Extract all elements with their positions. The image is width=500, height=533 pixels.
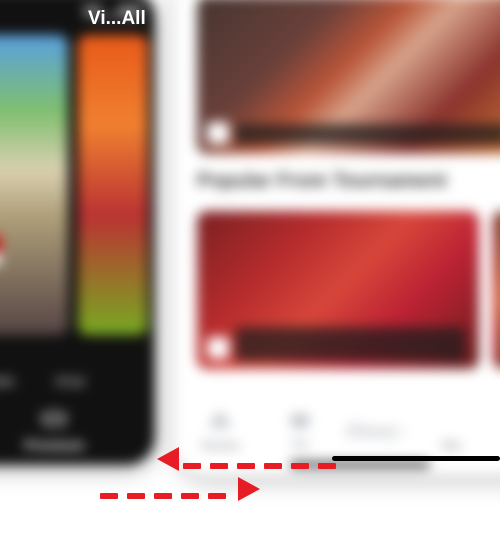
nav-label: TV	[291, 437, 309, 453]
nav-label: Mo	[442, 437, 462, 453]
video-title-strip	[235, 124, 500, 144]
nav-label: Premium	[24, 437, 84, 453]
video-thumb[interactable]	[197, 211, 479, 369]
left-bottom-nav: orts Premium	[0, 395, 155, 465]
video-thumb[interactable]	[493, 211, 500, 369]
arrow-right-icon	[238, 477, 260, 501]
left-header: Vi...All	[0, 0, 155, 35]
more-icon	[436, 409, 468, 433]
left-app-card: Vi...All Impossible #Gal orts Premium	[0, 0, 155, 465]
view-all-link[interactable]: Vi...All	[83, 2, 141, 24]
section-title: Popular From Tournament	[197, 170, 500, 193]
poster-caption: #Gal	[55, 373, 85, 389]
right-content: Popular From Tournament	[175, 0, 500, 397]
video-thumb[interactable]	[197, 0, 500, 154]
nav-more[interactable]: Mo	[436, 409, 468, 453]
home-indicator[interactable]	[290, 462, 430, 467]
nav-tv[interactable]: TV	[284, 409, 316, 453]
video-title-strip	[235, 327, 465, 361]
poster-captions: Impossible #Gal	[0, 373, 147, 389]
tv-icon	[284, 409, 316, 433]
poster-caption: Impossible	[0, 373, 15, 389]
nav-disney[interactable]: Disney+	[360, 419, 392, 443]
right-app-card: Popular From Tournament Home	[175, 0, 500, 475]
swipe-dashes	[100, 486, 235, 492]
disney-plus-logo-icon: Disney+	[360, 419, 392, 443]
play-icon	[207, 337, 229, 359]
nav-premium[interactable]: Premium	[24, 407, 84, 453]
crown-icon	[42, 407, 66, 434]
left-posters	[0, 35, 155, 395]
poster-thumb[interactable]	[78, 35, 148, 335]
nav-label: Home	[201, 437, 240, 453]
play-icon	[207, 122, 229, 144]
home-icon	[204, 409, 236, 433]
poster-thumb[interactable]	[0, 35, 68, 335]
nav-home[interactable]: Home	[201, 409, 240, 453]
